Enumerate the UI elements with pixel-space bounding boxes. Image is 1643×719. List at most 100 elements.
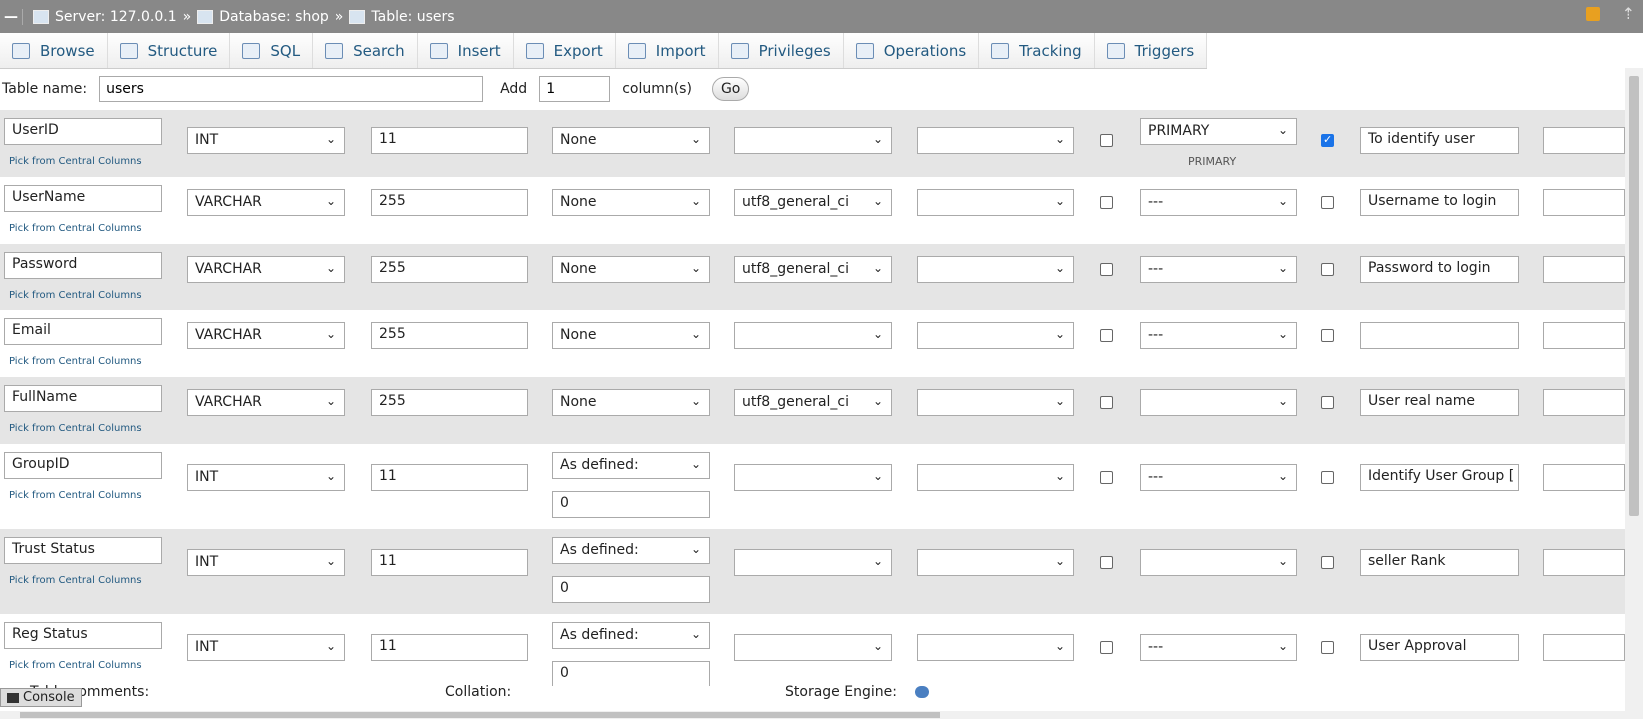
- column-comment-input[interactable]: User Approval: [1360, 634, 1519, 661]
- column-virtuality-select[interactable]: [1543, 189, 1625, 216]
- column-default-select[interactable]: None ⌄: [552, 189, 710, 216]
- column-index-select[interactable]: --- ⌄: [1140, 189, 1297, 216]
- column-name-input[interactable]: Reg Status: [4, 622, 162, 649]
- column-comment-input[interactable]: To identify user: [1360, 127, 1519, 154]
- column-default-select[interactable]: None ⌄: [552, 127, 710, 154]
- null-checkbox[interactable]: [1100, 263, 1113, 276]
- column-index-select[interactable]: --- ⌄: [1140, 464, 1297, 491]
- column-attributes-select[interactable]: ⌄: [917, 464, 1074, 491]
- column-index-select[interactable]: --- ⌄: [1140, 256, 1297, 283]
- auto-increment-checkbox[interactable]: [1321, 556, 1334, 569]
- column-attributes-select[interactable]: ⌄: [917, 189, 1074, 216]
- column-default-select[interactable]: None ⌄: [552, 322, 710, 349]
- column-default-select[interactable]: As defined: ⌄: [552, 622, 710, 649]
- column-length-input[interactable]: 255: [371, 389, 528, 416]
- column-type-select[interactable]: VARCHAR ⌄: [187, 256, 345, 283]
- column-collation-select[interactable]: ⌄: [734, 549, 892, 576]
- tab-search[interactable]: Search: [313, 33, 418, 68]
- column-attributes-select[interactable]: ⌄: [917, 389, 1074, 416]
- column-virtuality-select[interactable]: [1543, 322, 1625, 349]
- pick-central-columns-link[interactable]: Pick from Central Columns: [9, 660, 142, 671]
- column-collation-select[interactable]: ⌄: [734, 127, 892, 154]
- column-virtuality-select[interactable]: [1543, 256, 1625, 283]
- column-virtuality-select[interactable]: [1543, 389, 1625, 416]
- null-checkbox[interactable]: [1100, 196, 1113, 209]
- column-comment-input[interactable]: seller Rank: [1360, 549, 1519, 576]
- column-length-input[interactable]: 255: [371, 189, 528, 216]
- column-attributes-select[interactable]: ⌄: [917, 634, 1074, 661]
- tab-import[interactable]: Import: [615, 33, 719, 68]
- horizontal-scrollbar-thumb[interactable]: [20, 712, 940, 718]
- auto-increment-checkbox[interactable]: [1321, 396, 1334, 409]
- auto-increment-checkbox[interactable]: [1321, 329, 1334, 342]
- auto-increment-checkbox[interactable]: [1321, 263, 1334, 276]
- null-checkbox[interactable]: [1100, 134, 1113, 147]
- null-checkbox[interactable]: [1100, 556, 1113, 569]
- column-name-input[interactable]: Trust Status: [4, 537, 162, 564]
- tab-sql[interactable]: SQL: [230, 33, 314, 68]
- column-index-select[interactable]: ⌄: [1140, 549, 1297, 576]
- breadcrumb-server[interactable]: Server: 127.0.0.1: [33, 9, 177, 25]
- tab-privileges[interactable]: Privileges: [718, 33, 844, 68]
- tab-operations[interactable]: Operations: [843, 33, 980, 68]
- column-comment-input[interactable]: [1360, 322, 1519, 349]
- column-comment-input[interactable]: Identify User Group [: [1360, 464, 1519, 491]
- column-collation-select[interactable]: ⌄: [734, 634, 892, 661]
- column-default-value-input[interactable]: 0: [552, 491, 710, 518]
- column-collation-select[interactable]: utf8_general_ci ⌄: [734, 189, 892, 216]
- column-virtuality-select[interactable]: [1543, 549, 1625, 576]
- tab-tracking[interactable]: Tracking: [979, 33, 1095, 68]
- column-name-input[interactable]: UserID: [4, 118, 162, 145]
- tab-export[interactable]: Export: [513, 33, 616, 68]
- vertical-scrollbar[interactable]: [1625, 68, 1643, 719]
- column-attributes-select[interactable]: ⌄: [917, 256, 1074, 283]
- pick-central-columns-link[interactable]: Pick from Central Columns: [9, 575, 142, 586]
- null-checkbox[interactable]: [1100, 396, 1113, 409]
- column-length-input[interactable]: 11: [371, 127, 528, 154]
- column-collation-select[interactable]: utf8_general_ci ⌄: [734, 389, 892, 416]
- tab-browse[interactable]: Browse: [0, 33, 108, 68]
- column-virtuality-select[interactable]: [1543, 127, 1625, 154]
- column-collation-select[interactable]: utf8_general_ci ⌄: [734, 256, 892, 283]
- column-index-select[interactable]: --- ⌄: [1140, 634, 1297, 661]
- column-virtuality-select[interactable]: [1543, 464, 1625, 491]
- column-type-select[interactable]: VARCHAR ⌄: [187, 322, 345, 349]
- column-index-select[interactable]: --- ⌄: [1140, 322, 1297, 349]
- column-default-select[interactable]: None ⌄: [552, 256, 710, 283]
- pick-central-columns-link[interactable]: Pick from Central Columns: [9, 423, 142, 434]
- column-type-select[interactable]: INT ⌄: [187, 464, 345, 491]
- column-index-select[interactable]: ⌄: [1140, 389, 1297, 416]
- tab-triggers[interactable]: Triggers: [1094, 33, 1208, 68]
- scroll-top-icon[interactable]: ⇡: [1622, 6, 1635, 22]
- pick-central-columns-link[interactable]: Pick from Central Columns: [9, 290, 142, 301]
- go-button[interactable]: Go: [711, 77, 750, 101]
- column-attributes-select[interactable]: ⌄: [917, 322, 1074, 349]
- tab-insert[interactable]: Insert: [417, 33, 514, 68]
- horizontal-scrollbar[interactable]: [0, 711, 1625, 719]
- column-length-input[interactable]: 11: [371, 549, 528, 576]
- auto-increment-checkbox[interactable]: [1321, 471, 1334, 484]
- vertical-scrollbar-thumb[interactable]: [1629, 76, 1639, 516]
- tab-structure[interactable]: Structure: [107, 33, 231, 68]
- breadcrumb-database[interactable]: Database: shop: [197, 9, 329, 25]
- column-length-input[interactable]: 255: [371, 322, 528, 349]
- column-default-value-input[interactable]: 0: [552, 576, 710, 603]
- column-default-value-input[interactable]: 0: [552, 661, 710, 688]
- column-type-select[interactable]: INT ⌄: [187, 127, 345, 154]
- column-length-input[interactable]: 255: [371, 256, 528, 283]
- auto-increment-checkbox[interactable]: [1321, 196, 1334, 209]
- column-default-select[interactable]: As defined: ⌄: [552, 452, 710, 479]
- column-name-input[interactable]: Password: [4, 252, 162, 279]
- auto-increment-checkbox[interactable]: [1321, 133, 1334, 147]
- column-index-select[interactable]: PRIMARY ⌄: [1140, 118, 1297, 145]
- column-name-input[interactable]: GroupID: [4, 452, 162, 479]
- auto-increment-checkbox[interactable]: [1321, 641, 1334, 654]
- column-length-input[interactable]: 11: [371, 464, 528, 491]
- column-type-select[interactable]: INT ⌄: [187, 549, 345, 576]
- pick-central-columns-link[interactable]: Pick from Central Columns: [9, 356, 142, 367]
- column-type-select[interactable]: INT ⌄: [187, 634, 345, 661]
- column-collation-select[interactable]: ⌄: [734, 464, 892, 491]
- column-name-input[interactable]: UserName: [4, 185, 162, 212]
- column-comment-input[interactable]: User real name: [1360, 389, 1519, 416]
- column-comment-input[interactable]: Password to login: [1360, 256, 1519, 283]
